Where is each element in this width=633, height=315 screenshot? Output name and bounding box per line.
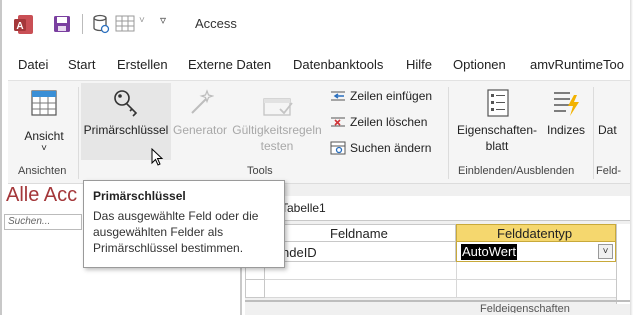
tooltip: Primärschlüssel Das ausgewählte Feld ode… — [83, 180, 285, 268]
chevron-down-icon: ˅ — [602, 246, 609, 257]
field-properties-label: Feldeigenschaften — [480, 303, 570, 313]
generator-button: Generator — [172, 83, 228, 160]
mouse-cursor-icon — [151, 147, 165, 171]
group-label-feld: Feld- — [596, 165, 622, 177]
tooltip-title: Primärschlüssel — [93, 189, 186, 203]
group-label-tools: Tools — [247, 165, 273, 177]
eigenschaftenblatt-label-2: blatt — [485, 139, 509, 153]
zeilen-loeschen-label: Zeilen löschen — [350, 115, 428, 129]
qat-separator — [82, 14, 83, 34]
tab-externe-daten[interactable]: Externe Daten — [188, 57, 271, 72]
datasheet-view-icon — [30, 89, 58, 120]
chevron-down-icon: ˅ — [41, 143, 47, 154]
group-label-einblenden: Einblenden/Ausblenden — [458, 165, 575, 177]
screenshot-frame-left — [0, 0, 2, 315]
tab-datenbanktools[interactable]: Datenbanktools — [293, 57, 383, 72]
tooltip-body-line-3: Primärschlüssel bestimmen. — [93, 241, 244, 255]
nav-search-input[interactable]: Suchen... — [4, 214, 82, 230]
svg-text:A: A — [16, 21, 23, 32]
tab-amvruntimetools[interactable]: amvRuntimeToo — [530, 57, 630, 72]
tooltip-body-line-2: ausgewählten Felder als — [93, 225, 224, 239]
column-divider — [456, 262, 457, 298]
field-name-cell[interactable]: ndeID — [282, 245, 317, 260]
save-icon[interactable] — [53, 15, 71, 33]
nav-pane-title[interactable]: Alle Acc — [6, 184, 77, 207]
tab-hilfe[interactable]: Hilfe — [406, 57, 432, 72]
access-logo-icon: A — [14, 14, 34, 36]
zeilen-einfuegen-button[interactable]: Zeilen einfügen — [330, 89, 432, 103]
tab-tabelle1[interactable]: Tabelle1 — [281, 201, 326, 215]
key-icon — [112, 89, 140, 124]
column-header-feldname-label: Feldname — [330, 226, 388, 241]
suchen-aendern-label: Suchen ändern — [350, 141, 432, 155]
indexes-icon — [552, 89, 580, 120]
datatype-selected-value[interactable]: AutoWert — [461, 244, 517, 260]
ansicht-button[interactable]: Ansicht ˅ — [16, 87, 72, 159]
eigenschaftenblatt-label-1: Eigenschaften- — [456, 123, 538, 137]
group-separator — [78, 87, 79, 179]
title-bar: A ˅ ▿ Access — [0, 0, 633, 50]
zeilen-einfuegen-label: Zeilen einfügen — [350, 89, 433, 103]
gueltigkeitsregeln-button: Gültigkeitsregeln testen — [230, 83, 324, 160]
validation-rules-icon — [262, 93, 294, 122]
ribbon: Ansicht ˅ Ansichten Primärschlüssel Gene… — [8, 80, 633, 184]
group-separator — [593, 87, 594, 179]
right-gutter — [616, 224, 630, 304]
tab-start[interactable]: Start — [68, 57, 95, 72]
tab-optionen[interactable]: Optionen — [453, 57, 506, 72]
tooltip-body-line-1: Das ausgewählte Feld oder die — [93, 209, 259, 223]
magic-wand-icon — [188, 89, 215, 120]
gueltigkeitsregeln-label-1: Gültigkeitsregeln — [232, 123, 322, 137]
document-tab-bar: Tabelle1 — [245, 196, 633, 221]
view-table-icon[interactable] — [115, 15, 135, 33]
tab-datei[interactable]: Datei — [18, 57, 48, 72]
row-selector[interactable] — [245, 280, 265, 298]
chevron-down-icon[interactable]: ˅ — [139, 15, 145, 26]
suchen-aendern-button[interactable]: Suchen ändern — [330, 141, 431, 155]
group-separator — [448, 87, 449, 179]
indizes-button[interactable]: Indizes — [542, 83, 590, 160]
column-header-felddatentyp-label: Felddatentyp — [497, 226, 573, 241]
customize-qat-icon[interactable]: ▿ — [160, 13, 166, 27]
delete-rows-icon — [331, 117, 345, 127]
eigenschaftenblatt-button[interactable]: Eigenschaften- blatt — [454, 83, 540, 160]
app-title: Access — [195, 16, 237, 31]
insert-rows-icon — [331, 91, 345, 101]
gueltigkeitsregeln-label-2: testen — [260, 139, 294, 153]
primaerschluessel-label: Primärschlüssel — [83, 123, 169, 137]
tab-erstellen[interactable]: Erstellen — [117, 57, 168, 72]
field-properties-divider — [245, 300, 630, 302]
dat-label[interactable]: Dat — [598, 123, 617, 138]
indizes-label: Indizes — [546, 123, 586, 137]
table-row[interactable] — [265, 262, 616, 280]
generator-label: Generator — [172, 123, 228, 137]
datatype-dropdown-button[interactable]: ˅ — [598, 244, 613, 259]
property-sheet-icon — [486, 89, 510, 120]
table-row[interactable] — [265, 280, 616, 298]
lookup-icon — [330, 141, 346, 155]
zeilen-loeschen-button[interactable]: Zeilen löschen — [330, 115, 427, 129]
group-label-ansichten: Ansichten — [18, 165, 67, 177]
refresh-database-icon[interactable] — [92, 14, 110, 34]
